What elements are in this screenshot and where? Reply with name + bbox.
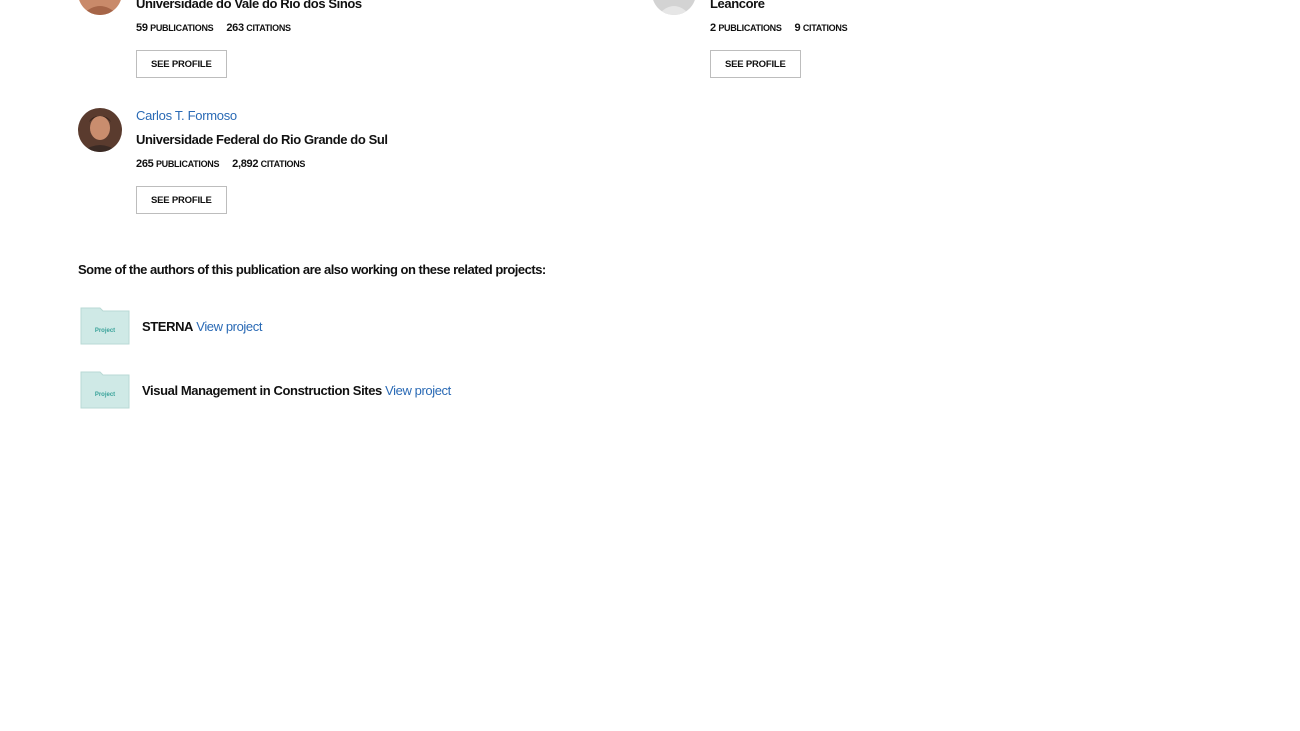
publications-label: PUBLICATIONS <box>718 23 782 33</box>
citations-count: 263 <box>226 22 244 34</box>
see-profile-button[interactable]: SEE PROFILE <box>710 50 801 78</box>
project-item: Project STERNA View project <box>80 307 580 345</box>
publications-count: 265 <box>136 158 154 170</box>
publications-count: 2 <box>710 22 716 34</box>
publications-label: PUBLICATIONS <box>150 23 214 33</box>
view-project-link[interactable]: View project <box>196 319 262 334</box>
author-card-3: Carlos T. Formoso Universidade Federal d… <box>78 108 598 218</box>
project-title: STERNA <box>142 319 194 334</box>
author-stats: 265 PUBLICATIONS 2,892 CITATIONS <box>136 158 305 170</box>
publications-label: PUBLICATIONS <box>155 159 220 169</box>
publications-count: 59 <box>136 22 148 34</box>
project-icon-label: Project <box>95 392 115 398</box>
project-title: Visual Management in Construction Sites <box>142 383 382 398</box>
citations-label: CITATIONS <box>802 23 848 33</box>
author-stats: 2 PUBLICATIONS 9 CITATIONS <box>710 22 848 34</box>
related-projects-heading: Some of the authors of this publication … <box>78 262 546 277</box>
author-card-2: Leancore 2 PUBLICATIONS 9 CITATIONS SEE … <box>652 0 1172 82</box>
avatar[interactable] <box>652 0 696 15</box>
citations-count: 9 <box>794 22 801 34</box>
author-affiliation: Leancore <box>710 0 765 11</box>
see-profile-button[interactable]: SEE PROFILE <box>136 50 227 78</box>
project-item: Project Visual Management in Constructio… <box>80 371 580 409</box>
author-name-link[interactable]: Carlos T. Formoso <box>136 108 237 123</box>
project-icon-label: Project <box>95 328 115 334</box>
avatar[interactable] <box>78 0 122 15</box>
project-folder-icon: Project <box>80 371 130 409</box>
see-profile-button[interactable]: SEE PROFILE <box>136 186 227 214</box>
citations-label: CITATIONS <box>260 159 306 169</box>
citations-count: 2,892 <box>232 158 259 170</box>
author-card-1: Universidade do Vale do Rio dos Sinos 59… <box>78 0 598 82</box>
author-affiliation: Universidade do Vale do Rio dos Sinos <box>136 0 362 11</box>
avatar[interactable] <box>78 108 122 152</box>
author-affiliation: Universidade Federal do Rio Grande do Su… <box>136 132 388 147</box>
citations-label: CITATIONS <box>246 23 291 33</box>
project-folder-icon: Project <box>80 307 130 345</box>
view-project-link[interactable]: View project <box>385 383 451 398</box>
author-stats: 59 PUBLICATIONS 263 CITATIONS <box>136 22 291 34</box>
